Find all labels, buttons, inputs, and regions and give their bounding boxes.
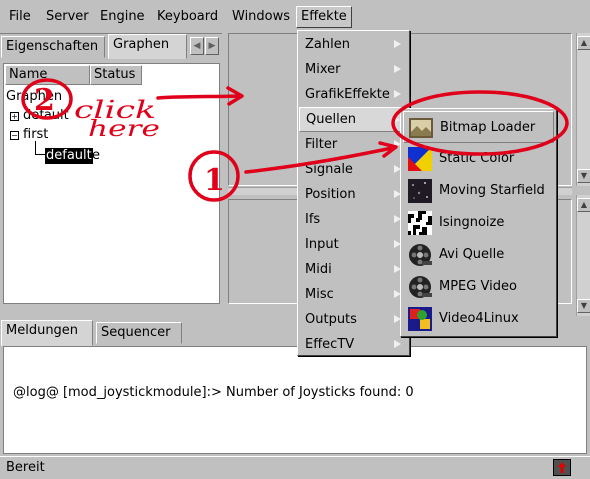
menu-item-label: Midi bbox=[305, 262, 332, 277]
menu-item-label: GrafikEffekte bbox=[305, 87, 390, 102]
noise-icon bbox=[408, 211, 432, 235]
submenu-item-label: Bitmap Loader bbox=[440, 120, 536, 135]
status-indicator-icon[interactable] bbox=[553, 459, 571, 476]
menu-item-ifs[interactable]: Ifs bbox=[299, 207, 408, 232]
menu-item-label: Input bbox=[305, 237, 339, 252]
submenu-item-label: Isingnoize bbox=[439, 215, 505, 230]
submenu-item-label: Moving Starfield bbox=[439, 183, 545, 198]
quellen-submenu: Bitmap Loader Static Color Moving Starfiel… bbox=[400, 108, 557, 337]
scroll-up-icon[interactable]: ▲ bbox=[577, 198, 590, 212]
menu-item-label: Position bbox=[305, 187, 356, 202]
scrollbar-bottom[interactable]: ▲ ▼ bbox=[576, 195, 590, 316]
menu-item-label: Misc bbox=[305, 287, 334, 302]
menu-keyboard[interactable]: Keyboard bbox=[157, 8, 218, 28]
graph-tree-panel: Name Status Graphen + default − first de… bbox=[3, 63, 220, 304]
scroll-down-icon[interactable]: ▼ bbox=[577, 299, 590, 313]
menu-item-label: EffecTV bbox=[305, 337, 355, 352]
tree-item-tail: e bbox=[92, 148, 100, 163]
film-reel-icon bbox=[408, 275, 432, 299]
menu-effekte[interactable]: Effekte bbox=[296, 6, 352, 28]
status-text: Bereit bbox=[6, 460, 45, 475]
menu-item-label: Filter bbox=[305, 137, 338, 152]
menu-item-input[interactable]: Input bbox=[299, 232, 408, 257]
menu-file[interactable]: File bbox=[9, 8, 31, 28]
tree-item-default-selected[interactable]: default bbox=[45, 148, 93, 164]
tree-item-default[interactable]: default bbox=[23, 108, 69, 124]
color-icon bbox=[408, 147, 432, 171]
menu-server[interactable]: Server bbox=[46, 8, 89, 28]
menu-item-midi[interactable]: Midi bbox=[299, 257, 408, 282]
submenu-arrow-icon bbox=[394, 40, 401, 48]
menu-engine[interactable]: Engine bbox=[100, 8, 145, 28]
log-panel: @log@ [mod_joystickmodule]:> Number of J… bbox=[3, 346, 587, 454]
tab-sequencer[interactable]: Sequencer bbox=[96, 322, 182, 344]
menu-item-grafikeffekte[interactable]: GrafikEffekte bbox=[299, 82, 408, 107]
submenu-item-static-color[interactable]: Static Color bbox=[403, 143, 554, 175]
v4l-icon bbox=[408, 307, 432, 331]
menu-item-label: Ifs bbox=[305, 212, 321, 227]
menu-item-zahlen[interactable]: Zahlen bbox=[299, 32, 408, 57]
starfield-icon bbox=[408, 179, 432, 203]
collapse-icon[interactable]: − bbox=[10, 131, 19, 140]
menu-item-label: Signale bbox=[305, 162, 353, 177]
menu-item-position[interactable]: Position bbox=[299, 182, 408, 207]
menu-item-mixer[interactable]: Mixer bbox=[299, 57, 408, 82]
bitmap-icon bbox=[409, 116, 433, 140]
tree-connector-line bbox=[35, 141, 36, 155]
menu-item-misc[interactable]: Misc bbox=[299, 282, 408, 307]
arrow-right-icon: ▶ bbox=[208, 41, 216, 51]
column-header-name[interactable]: Name bbox=[5, 65, 90, 85]
log-line: @log@ [mod_joystickmodule]:> Number of J… bbox=[13, 385, 414, 400]
submenu-item-label: Static Color bbox=[439, 151, 515, 166]
effekte-dropdown-menu: Zahlen Mixer GrafikEffekte Quellen Filter Sig… bbox=[297, 30, 410, 356]
menu-windows[interactable]: Windows bbox=[232, 8, 290, 28]
arrow-left-icon: ◀ bbox=[193, 41, 201, 51]
submenu-item-label: Video4Linux bbox=[439, 311, 519, 326]
column-header-status[interactable]: Status bbox=[90, 65, 142, 85]
tree-connector-line bbox=[35, 154, 45, 155]
submenu-item-moving-starfield[interactable]: Moving Starfield bbox=[403, 175, 554, 207]
submenu-item-video4linux[interactable]: Video4Linux bbox=[403, 303, 554, 335]
submenu-item-avi-quelle[interactable]: Avi Quelle bbox=[403, 239, 554, 271]
submenu-arrow-icon bbox=[393, 116, 400, 124]
submenu-item-mpeg-video[interactable]: MPEG Video bbox=[403, 271, 554, 303]
submenu-item-isingnoize[interactable]: Isingnoize bbox=[403, 207, 554, 239]
menu-item-outputs[interactable]: Outputs bbox=[299, 307, 408, 332]
menu-item-label: Mixer bbox=[305, 62, 341, 77]
statusbar: Bereit bbox=[0, 456, 590, 478]
menu-item-effectv[interactable]: EffecTV bbox=[299, 332, 408, 357]
tab-graphen[interactable]: Graphen bbox=[108, 34, 187, 59]
submenu-item-label: Avi Quelle bbox=[439, 247, 505, 262]
menu-item-filter[interactable]: Filter bbox=[299, 132, 408, 157]
scrollbar-top[interactable]: ▲ ▼ bbox=[576, 33, 590, 186]
menu-item-signale[interactable]: Signale bbox=[299, 157, 408, 182]
submenu-item-bitmap-loader[interactable]: Bitmap Loader bbox=[403, 111, 554, 143]
scroll-down-icon[interactable]: ▼ bbox=[577, 169, 590, 183]
menu-item-label: Quellen bbox=[306, 112, 356, 127]
tab-scroll-left-button[interactable]: ◀ bbox=[190, 37, 204, 55]
tree-root-graphen[interactable]: Graphen bbox=[6, 89, 62, 105]
menubar: File Server Engine Keyboard Windows Effe… bbox=[0, 0, 590, 34]
tab-eigenschaften[interactable]: Eigenschaften bbox=[1, 36, 105, 58]
menu-item-label: Outputs bbox=[305, 312, 357, 327]
film-reel-icon bbox=[408, 243, 432, 267]
submenu-arrow-icon bbox=[394, 90, 401, 98]
submenu-item-label: MPEG Video bbox=[439, 279, 517, 294]
tab-meldungen[interactable]: Meldungen bbox=[1, 320, 93, 346]
submenu-arrow-icon bbox=[394, 340, 401, 348]
submenu-arrow-icon bbox=[394, 65, 401, 73]
scroll-up-icon[interactable]: ▲ bbox=[577, 36, 590, 50]
tab-scroll-right-button[interactable]: ▶ bbox=[205, 37, 219, 55]
menu-item-label: Zahlen bbox=[305, 37, 350, 52]
menu-item-quellen[interactable]: Quellen bbox=[299, 107, 408, 132]
expand-icon[interactable]: + bbox=[10, 112, 19, 121]
